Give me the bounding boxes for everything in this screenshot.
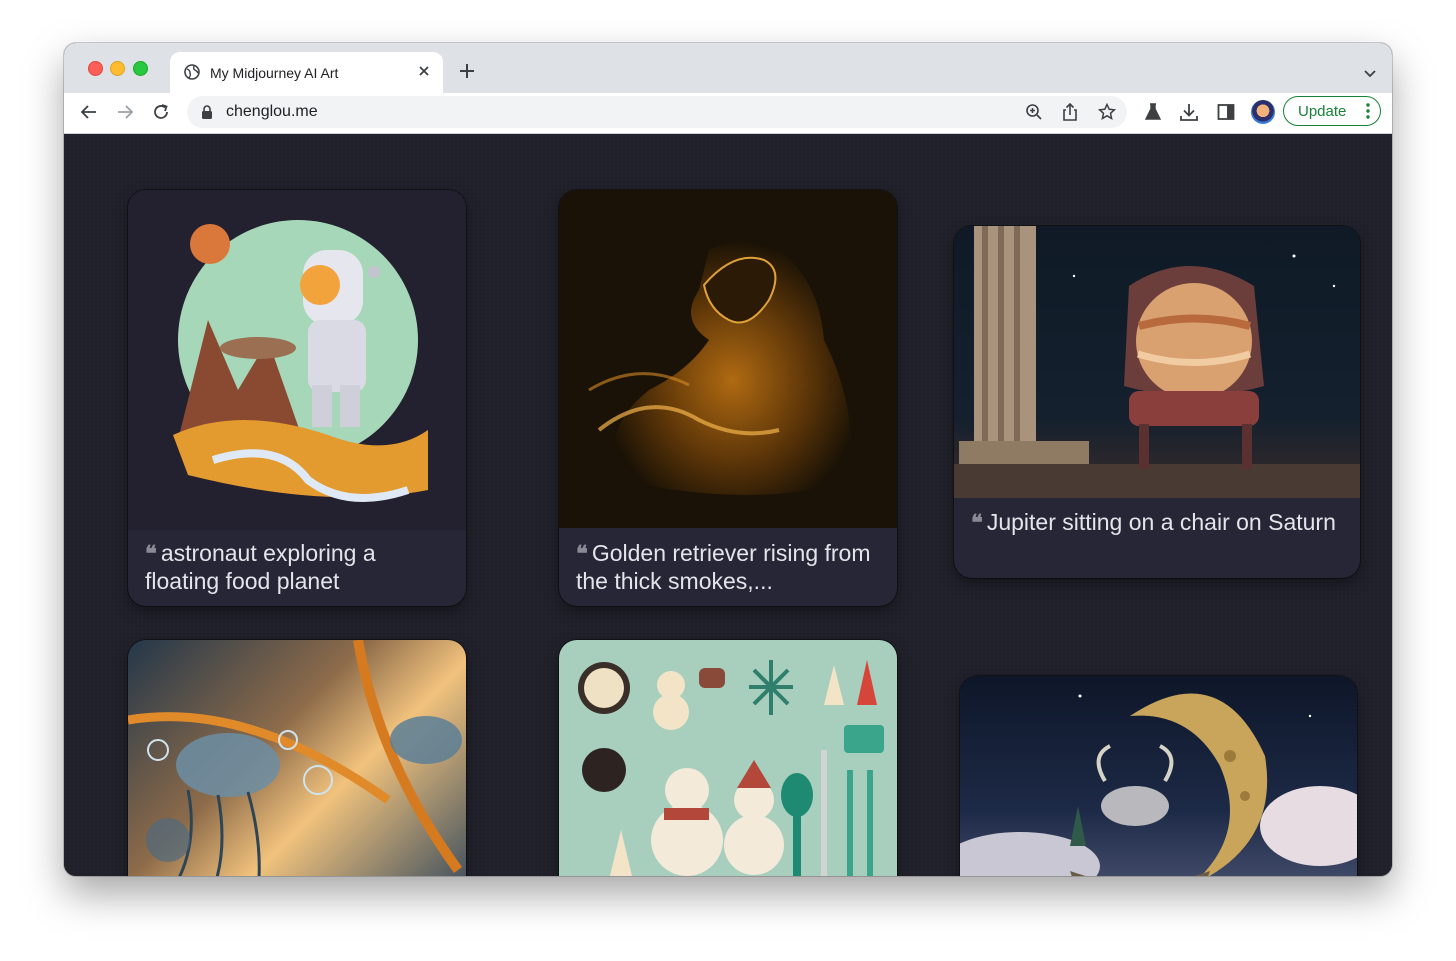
quote-icon: ❝ bbox=[971, 510, 983, 536]
tab-title: My Midjourney AI Art bbox=[210, 65, 339, 81]
quote-icon: ❝ bbox=[576, 541, 588, 567]
art-caption: ❝ astronaut exploring a floating food pla… bbox=[145, 540, 452, 595]
close-window-button[interactable] bbox=[88, 61, 103, 76]
profile-avatar[interactable] bbox=[1251, 100, 1275, 124]
art-image bbox=[128, 190, 466, 530]
art-card[interactable] bbox=[960, 676, 1357, 876]
caption-text: Jupiter sitting on a chair on Saturn bbox=[986, 509, 1336, 535]
tab-active[interactable]: My Midjourney AI Art bbox=[170, 52, 443, 93]
side-panel-icon[interactable] bbox=[1217, 103, 1235, 126]
update-label: Update bbox=[1298, 103, 1347, 120]
globe-icon bbox=[184, 64, 200, 85]
new-tab-icon[interactable] bbox=[458, 62, 476, 85]
reload-icon[interactable] bbox=[152, 103, 170, 126]
art-card[interactable] bbox=[559, 640, 897, 876]
art-card[interactable] bbox=[128, 640, 466, 876]
caption-text: astronaut exploring a floating food plan… bbox=[145, 540, 376, 594]
browser-toolbar: chenglou.me Update bbox=[64, 93, 1392, 134]
labs-flask-icon[interactable] bbox=[1144, 103, 1162, 126]
gallery-page: ❝ astronaut exploring a floating food pla… bbox=[64, 134, 1392, 876]
share-icon[interactable] bbox=[1062, 102, 1078, 126]
art-image bbox=[559, 190, 897, 528]
zoom-window-button[interactable] bbox=[133, 61, 148, 76]
quote-icon: ❝ bbox=[145, 541, 157, 567]
art-card[interactable]: ❝ Jupiter sitting on a chair on Saturn bbox=[954, 226, 1360, 578]
art-card[interactable]: ❝ astronaut exploring a floating food pla… bbox=[128, 190, 466, 606]
caption-text: Golden retriever rising from the thick s… bbox=[576, 540, 871, 594]
more-menu-icon[interactable] bbox=[1366, 103, 1370, 124]
back-arrow-icon[interactable] bbox=[80, 103, 98, 126]
bookmark-star-icon[interactable] bbox=[1097, 102, 1117, 126]
address-bar[interactable]: chenglou.me bbox=[187, 96, 1127, 128]
art-image bbox=[960, 676, 1357, 876]
chevron-down-icon[interactable] bbox=[1364, 65, 1376, 83]
update-button[interactable]: Update bbox=[1283, 96, 1381, 126]
art-caption: ❝ Golden retriever rising from the thick … bbox=[576, 540, 883, 595]
forward-arrow-icon[interactable] bbox=[116, 103, 134, 126]
download-icon[interactable] bbox=[1180, 103, 1198, 126]
art-image bbox=[128, 640, 466, 876]
browser-window: My Midjourney AI Art chenglou.me Update … bbox=[64, 43, 1392, 876]
tab-strip: My Midjourney AI Art bbox=[64, 43, 1392, 93]
art-image bbox=[559, 640, 897, 876]
close-tab-icon[interactable] bbox=[417, 64, 431, 83]
lock-icon[interactable] bbox=[201, 105, 213, 124]
minimize-window-button[interactable] bbox=[110, 61, 125, 76]
art-image bbox=[954, 226, 1360, 498]
zoom-icon[interactable] bbox=[1025, 103, 1043, 126]
art-caption: ❝ Jupiter sitting on a chair on Saturn bbox=[971, 509, 1346, 537]
url-text[interactable]: chenglou.me bbox=[226, 103, 318, 121]
art-card[interactable]: ❝ Golden retriever rising from the thick … bbox=[559, 190, 897, 606]
